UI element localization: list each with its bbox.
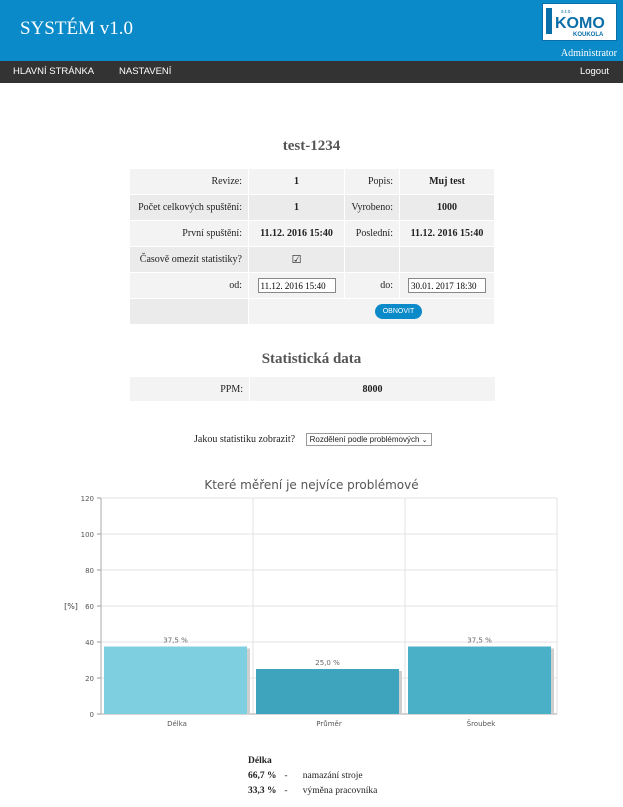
table-row: OBNOVIT	[129, 298, 495, 325]
prvni-value: 11.12. 2016 15:40	[248, 220, 345, 247]
pocet-value: 1	[248, 194, 345, 221]
ppm-value: 8000	[249, 376, 496, 402]
details-panel: Délka 66,7 % - namazání stroje 33,3 % - …	[248, 756, 377, 799]
detail-percent: 66,7 %	[248, 771, 277, 781]
x-tick-label: Průměr	[316, 720, 342, 728]
chevron-down-icon: ⌄	[421, 437, 428, 444]
popis-label: Popis:	[344, 168, 400, 195]
y-tick-label: 120	[81, 495, 94, 503]
table-row: od: do:	[129, 272, 495, 299]
stats-table: PPM: 8000	[129, 376, 496, 402]
detail-separator: -	[284, 771, 288, 781]
current-user: Administrator	[560, 48, 617, 59]
table-row: První spuštění: 11.12. 2016 15:40 Posled…	[129, 220, 495, 247]
bar	[256, 669, 399, 714]
y-tick-label: 0	[90, 711, 94, 719]
omezit-cell: ☑	[248, 246, 345, 273]
pocet-label: Počet celkových spuštění:	[129, 194, 249, 221]
vyrobeno-label: Vyrobeno:	[344, 194, 400, 221]
y-tick-label: 40	[85, 639, 94, 647]
bar-chart: 0 20 40 60 80 100 120 [%] 37,5 % Délka 25,0 % Průmě…	[64, 495, 558, 728]
svg-text:KOMO: KOMO	[555, 15, 605, 32]
posledni-label: Poslední:	[344, 220, 400, 247]
info-table: Revize: 1 Popis: Muj test Počet celkovýc…	[129, 168, 495, 325]
popis-value: Muj test	[399, 168, 495, 195]
y-tick-label: 100	[81, 531, 94, 539]
od-label: od:	[129, 272, 249, 299]
omezit-label: Časově omezit statistiky?	[129, 246, 249, 273]
empty-cell	[344, 246, 400, 273]
refresh-button[interactable]: OBNOVIT	[374, 304, 423, 319]
table-row: Revize: 1 Popis: Muj test	[129, 168, 495, 195]
omezit-checkbox[interactable]: ☑	[292, 254, 302, 266]
page-title: test-1234	[282, 138, 341, 154]
detail-text: výměna pracovníka	[302, 786, 378, 796]
table-row: PPM: 8000	[129, 376, 496, 402]
list-item: 66,7 % - namazání stroje	[248, 769, 377, 784]
y-tick-label: 20	[85, 675, 94, 683]
refresh-cell: OBNOVIT	[248, 298, 495, 325]
stat-selector-row: Jakou statistiku zobrazit? Rozdělení pod…	[194, 433, 432, 446]
app-title: SYSTÉM v1.0	[20, 18, 133, 39]
table-row: Počet celkových spuštění: 1 Vyrobeno: 10…	[129, 194, 495, 221]
logout-link[interactable]: Logout	[580, 66, 609, 77]
data-label: 37,5 %	[467, 637, 492, 645]
nav-settings[interactable]: NASTAVENÍ	[119, 66, 171, 77]
od-cell	[248, 272, 345, 299]
do-label: do:	[344, 272, 400, 299]
svg-text:KOUKOLA: KOUKOLA	[573, 32, 604, 38]
data-label: 37,5 %	[163, 637, 188, 645]
stat-selector-label: Jakou statistiku zobrazit?	[194, 433, 296, 445]
x-tick-label: Délka	[167, 720, 187, 728]
nav-bar: HLAVNÍ STRÁNKA NASTAVENÍ Logout	[0, 61, 623, 83]
prvni-label: První spuštění:	[129, 220, 249, 247]
company-logo: s.r.o. KOMO KOUKOLA	[542, 3, 617, 41]
vyrobeno-value: 1000	[399, 194, 495, 221]
bar	[408, 646, 551, 714]
detail-percent: 33,3 %	[248, 786, 277, 796]
posledni-value: 11.12. 2016 15:40	[399, 220, 495, 247]
data-label: 25,0 %	[315, 659, 340, 667]
ppm-label: PPM:	[129, 376, 250, 402]
y-tick-label: 60	[85, 603, 94, 611]
empty-cell	[399, 246, 495, 273]
y-tick-label: 80	[85, 567, 94, 575]
stats-title: Statistická data	[261, 351, 362, 367]
x-tick-label: Šroubek	[467, 719, 497, 728]
stat-select[interactable]: Rozdělení podle problémových ⌄	[305, 433, 432, 446]
y-axis-label: [%]	[64, 602, 78, 611]
do-cell	[399, 272, 495, 299]
app-header: SYSTÉM v1.0 s.r.o. KOMO KOUKOLA Administ…	[0, 0, 623, 61]
nav-home[interactable]: HLAVNÍ STRÁNKA	[13, 66, 94, 77]
empty-cell	[129, 298, 249, 325]
revize-value: 1	[248, 168, 345, 195]
bar	[104, 646, 247, 714]
detail-text: namazání stroje	[302, 771, 363, 781]
list-item: 33,3 % - výměna pracovníka	[248, 784, 377, 799]
stat-select-value: Rozdělení podle problémových	[309, 435, 420, 444]
details-title: Délka	[248, 756, 272, 766]
detail-separator: -	[284, 786, 288, 796]
do-date-input[interactable]	[408, 278, 486, 293]
od-date-input[interactable]	[257, 278, 336, 293]
table-row: Časově omezit statistiky? ☑	[129, 246, 495, 273]
revize-label: Revize:	[129, 168, 249, 195]
